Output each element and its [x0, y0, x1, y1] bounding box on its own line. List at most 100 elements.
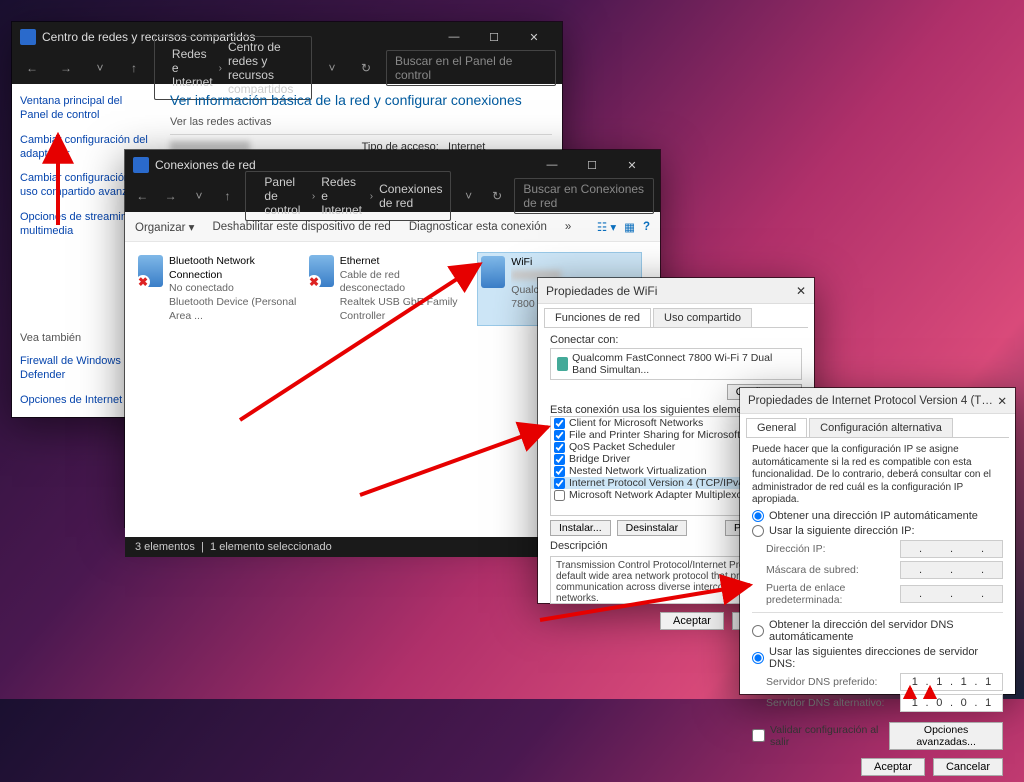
list-item[interactable]: Client for Microsoft Networks [569, 417, 703, 429]
maximize-button[interactable]: ☐ [572, 151, 612, 179]
ip-address-label: Dirección IP: [766, 543, 894, 555]
up-button[interactable]: ↑ [216, 189, 238, 203]
crumb-3[interactable]: Conexiones de red [379, 182, 442, 210]
dropdown-icon[interactable]: ˅ [318, 61, 346, 75]
crumb-2[interactable]: Redes e Internet [321, 175, 363, 217]
details-pane-button[interactable]: ▦ [624, 220, 635, 234]
refresh-button[interactable]: ↻ [486, 189, 508, 203]
subnet-label: Máscara de subred: [766, 564, 894, 576]
tab-network-functions[interactable]: Funciones de red [544, 308, 651, 327]
dns-preferred-label: Servidor DNS preferido: [766, 676, 894, 688]
close-button[interactable]: ✕ [514, 23, 554, 51]
list-item[interactable]: Bridge Driver [569, 453, 630, 465]
connect-with-label: Conectar con: [550, 334, 802, 346]
adapter-device: Realtek USB GbE Family Controller [340, 296, 458, 322]
toolbar-overflow[interactable]: » [565, 221, 571, 233]
window-title: Propiedades de WiFi [546, 284, 657, 298]
ok-button[interactable]: Aceptar [861, 758, 925, 776]
radio-ip-auto-label: Obtener una dirección IP automáticamente [769, 510, 978, 522]
ip-address-input: ... [900, 540, 1003, 558]
install-button[interactable]: Instalar... [550, 520, 611, 536]
ip-octet[interactable]: 0 [930, 697, 948, 709]
titlebar[interactable]: Propiedades de WiFi ✕ [538, 278, 814, 304]
nic-icon [557, 357, 568, 371]
ip-octet[interactable]: 1 [930, 676, 948, 688]
ok-button[interactable]: Aceptar [660, 612, 724, 630]
ip-octet[interactable]: 1 [979, 676, 997, 688]
search-input[interactable]: Buscar en el Panel de control [386, 50, 556, 86]
list-item[interactable]: Nested Network Virtualization [569, 465, 707, 477]
tab-sharing[interactable]: Uso compartido [653, 308, 752, 327]
item-checkbox[interactable] [554, 418, 565, 429]
close-button[interactable]: ✕ [796, 284, 806, 298]
window-ipv4-properties: Propiedades de Internet Protocol Version… [740, 388, 1015, 694]
view-icons-button[interactable]: ☷ ▾ [597, 220, 616, 234]
item-checkbox[interactable] [554, 442, 565, 453]
uninstall-button[interactable]: Desinstalar [617, 520, 688, 536]
minimize-button[interactable]: — [532, 151, 572, 179]
radio-ip-manual-label: Usar la siguiente dirección IP: [769, 525, 915, 537]
maximize-button[interactable]: ☐ [474, 23, 514, 51]
gateway-label: Puerta de enlace predeterminada: [766, 582, 894, 606]
dropdown-icon[interactable]: ˅ [188, 189, 210, 203]
validate-checkbox[interactable] [752, 729, 765, 742]
advanced-button[interactable]: Opciones avanzadas... [889, 722, 1003, 750]
refresh-button[interactable]: ↻ [352, 61, 380, 75]
ip-octet[interactable]: 1 [906, 697, 924, 709]
close-button[interactable]: ✕ [612, 151, 652, 179]
item-checkbox[interactable] [554, 454, 565, 465]
list-item-ipv4[interactable]: Internet Protocol Version 4 (TCP/IPv4) [569, 477, 748, 489]
dns-alt-input[interactable]: 1. 0. 0. 1 [900, 694, 1003, 712]
tab-general[interactable]: General [746, 418, 807, 437]
list-item[interactable]: QoS Packet Scheduler [569, 441, 675, 453]
radio-dns-auto[interactable] [752, 625, 764, 637]
minimize-button[interactable]: — [434, 23, 474, 51]
adapter-name: WiFi [511, 256, 532, 268]
back-button[interactable]: ← [131, 189, 153, 203]
app-icon [133, 157, 149, 173]
back-button[interactable]: ← [18, 61, 46, 75]
sidebar-link-main[interactable]: Ventana principal del Panel de control [20, 94, 152, 123]
adapter-ethernet[interactable]: Ethernet Cable de red desconectado Realt… [306, 252, 471, 326]
chevron-icon: › [368, 191, 375, 202]
ip-octet[interactable]: 1 [979, 697, 997, 709]
nic-name: Qualcomm FastConnect 7800 Wi-Fi 7 Dual B… [572, 352, 795, 376]
up-icon[interactable]: ↑ [120, 61, 148, 75]
forward-button[interactable]: → [52, 61, 80, 75]
adapter-icon [481, 256, 505, 288]
ip-octet[interactable]: 0 [955, 697, 973, 709]
cancel-button[interactable]: Cancelar [933, 758, 1003, 776]
ip-octet[interactable]: 1 [955, 676, 973, 688]
radio-ip-manual[interactable] [752, 525, 764, 537]
disable-device-button[interactable]: Deshabilitar este dispositivo de red [212, 221, 390, 233]
chevron-icon: › [310, 191, 317, 202]
close-button[interactable]: ✕ [997, 394, 1007, 408]
help-button[interactable]: ? [643, 221, 650, 233]
crumb-1[interactable]: Redes e Internet [172, 47, 213, 89]
breadcrumb[interactable]: Panel de control › Redes e Internet › Co… [245, 171, 452, 221]
gateway-input: ... [900, 585, 1003, 603]
item-checkbox[interactable] [554, 430, 565, 441]
tab-alternative[interactable]: Configuración alternativa [809, 418, 953, 437]
forward-button[interactable]: → [159, 189, 181, 203]
folder-icon [163, 61, 168, 75]
dns-alt-label: Servidor DNS alternativo: [766, 697, 894, 709]
dropdown-icon[interactable]: ˅ [457, 189, 479, 203]
adapter-bluetooth[interactable]: Bluetooth Network Connection No conectad… [135, 252, 300, 326]
radio-dns-manual[interactable] [752, 652, 764, 664]
titlebar[interactable]: Propiedades de Internet Protocol Version… [740, 388, 1015, 414]
adapter-status: No conectado [169, 282, 234, 294]
item-checkbox[interactable] [554, 466, 565, 477]
crumb-1[interactable]: Panel de control [264, 175, 306, 217]
intro-text: Puede hacer que la configuración IP se a… [752, 444, 1003, 507]
ip-octet[interactable]: 1 [906, 676, 924, 688]
diagnose-button[interactable]: Diagnosticar esta conexión [409, 221, 547, 233]
dns-preferred-input[interactable]: 1. 1. 1. 1 [900, 673, 1003, 691]
item-checkbox[interactable] [554, 490, 565, 501]
radio-ip-auto[interactable] [752, 510, 764, 522]
search-input[interactable]: Buscar en Conexiones de red [514, 178, 654, 214]
organize-menu[interactable]: Organizar ▾ [135, 220, 194, 234]
adapter-name: Bluetooth Network Connection [169, 255, 255, 281]
up-button[interactable]: ˅ [86, 61, 114, 75]
item-checkbox[interactable] [554, 478, 565, 489]
